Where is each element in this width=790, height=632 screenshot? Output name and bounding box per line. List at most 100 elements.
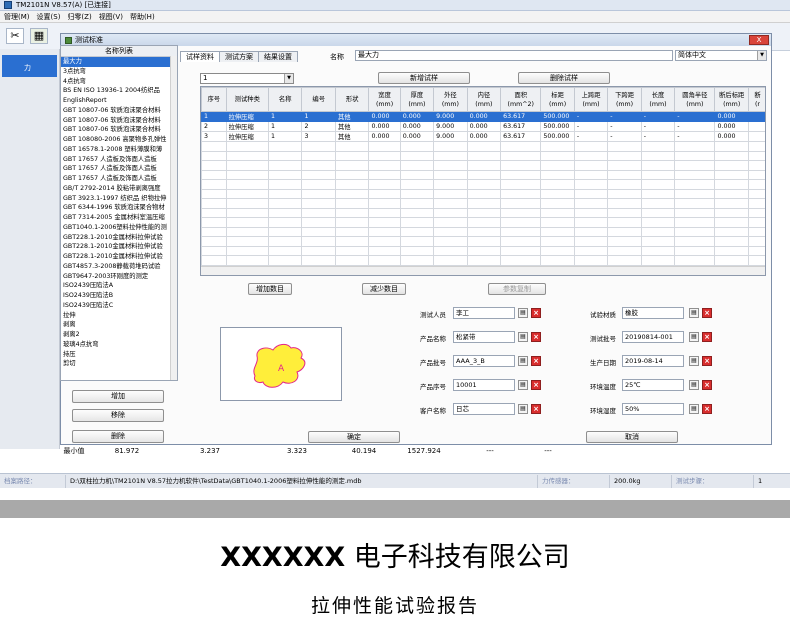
table-cell[interactable] — [466, 198, 502, 209]
table-cell[interactable] — [540, 188, 575, 199]
table-cell[interactable] — [399, 160, 435, 171]
table-cell[interactable] — [267, 245, 303, 256]
table-cell[interactable] — [267, 179, 303, 190]
table-cell[interactable] — [573, 198, 609, 209]
table-cell[interactable]: 其他 — [334, 111, 370, 122]
table-cell[interactable] — [433, 160, 468, 171]
table-cell[interactable] — [573, 245, 609, 256]
standard-item[interactable]: 剥离2 — [61, 330, 177, 340]
table-cell[interactable] — [201, 226, 227, 237]
table-cell[interactable] — [399, 245, 435, 256]
table-cell[interactable] — [466, 179, 502, 190]
table-cell[interactable] — [640, 141, 676, 152]
clear-icon[interactable]: × — [531, 332, 541, 342]
clear-icon[interactable]: × — [531, 404, 541, 414]
table-cell[interactable] — [433, 207, 468, 218]
reduce-count-button[interactable]: 减少数目 — [362, 283, 406, 295]
standard-item[interactable]: ISO2439压陷法A — [61, 281, 177, 291]
table-cell[interactable] — [607, 245, 642, 256]
column-header[interactable]: 内径 (mm) — [466, 87, 502, 112]
column-header[interactable]: 编号 — [301, 87, 336, 112]
table-cell[interactable] — [747, 207, 765, 218]
table-cell[interactable] — [267, 169, 303, 180]
table-cell[interactable] — [573, 179, 609, 190]
table-cell[interactable]: 0.000 — [466, 121, 502, 132]
table-cell[interactable] — [674, 179, 716, 190]
mode-item-force[interactable]: 力 — [2, 55, 57, 77]
column-header[interactable]: 厚度 (mm) — [399, 87, 435, 112]
copy-params-button[interactable]: 参数复制 — [488, 283, 546, 295]
table-cell[interactable] — [640, 188, 676, 199]
table-row[interactable] — [201, 150, 765, 161]
table-row[interactable]: 1 拉伸压缩 1 1 其他 0.000 0.000 9.000 0.000 63.617 500.0… — [201, 111, 765, 122]
standard-item[interactable]: 剪切 — [61, 359, 177, 369]
clear-icon[interactable]: × — [531, 356, 541, 366]
column-header[interactable]: 断后标距 (mm) — [714, 87, 749, 112]
table-cell[interactable]: 63.617 — [500, 111, 542, 122]
field-input[interactable]: 松紧带 — [453, 331, 515, 343]
table-cell[interactable]: 拉伸压缩 — [225, 111, 269, 122]
table-cell[interactable] — [674, 141, 716, 152]
table-cell[interactable] — [466, 245, 502, 256]
table-cell[interactable] — [500, 217, 542, 228]
table-cell[interactable] — [540, 150, 575, 161]
table-cell[interactable] — [466, 141, 502, 152]
table-cell[interactable] — [714, 179, 749, 190]
table-cell[interactable]: - — [607, 131, 642, 142]
table-cell[interactable] — [714, 188, 749, 199]
table-row[interactable] — [201, 217, 765, 228]
clear-icon[interactable]: × — [702, 308, 712, 318]
table-cell[interactable]: 1 — [267, 121, 303, 132]
table-cell[interactable]: 500.000 — [540, 111, 575, 122]
table-cell[interactable] — [334, 217, 370, 228]
menu-zero[interactable]: 归零(Z) — [67, 12, 91, 22]
table-cell[interactable] — [500, 188, 542, 199]
standard-item[interactable]: GBT4857.3-2008静载荷堆码试验 — [61, 262, 177, 272]
table-cell[interactable]: 0.000 — [714, 111, 749, 122]
table-cell[interactable] — [714, 141, 749, 152]
standard-item[interactable]: GBT228.1-2010金属材料拉伸试验 — [61, 252, 177, 262]
table-cell[interactable] — [607, 179, 642, 190]
table-cell[interactable] — [714, 150, 749, 161]
table-cell[interactable] — [301, 207, 336, 218]
table-cell[interactable] — [301, 226, 336, 237]
table-cell[interactable] — [607, 141, 642, 152]
table-cell[interactable]: 0.000 — [399, 111, 435, 122]
table-cell[interactable] — [433, 141, 468, 152]
list-icon[interactable]: ▤ — [689, 404, 699, 414]
table-cell[interactable] — [747, 160, 765, 171]
table-cell[interactable] — [540, 245, 575, 256]
table-cell[interactable] — [607, 217, 642, 228]
table-cell[interactable] — [747, 245, 765, 256]
table-cell[interactable] — [334, 179, 370, 190]
table-cell[interactable] — [500, 245, 542, 256]
table-cell[interactable] — [540, 160, 575, 171]
table-cell[interactable] — [500, 169, 542, 180]
column-header[interactable]: 面积 (mm^2) — [500, 87, 542, 112]
table-cell[interactable] — [368, 160, 401, 171]
table-cell[interactable] — [368, 198, 401, 209]
tool-icon[interactable]: ✂ — [6, 28, 24, 44]
table-cell[interactable] — [640, 236, 676, 247]
add-standard-button[interactable]: 增加 — [72, 390, 164, 403]
table-cell[interactable]: 0.000 — [466, 111, 502, 122]
table-cell[interactable] — [433, 255, 468, 266]
table-cell[interactable]: - — [607, 111, 642, 122]
table-cell[interactable] — [540, 198, 575, 209]
table-cell[interactable] — [225, 198, 269, 209]
table-cell[interactable] — [433, 169, 468, 180]
table-cell[interactable] — [301, 179, 336, 190]
standard-item[interactable]: ISO2439压陷法B — [61, 291, 177, 301]
table-cell[interactable] — [747, 226, 765, 237]
table-cell[interactable] — [301, 160, 336, 171]
table-cell[interactable] — [301, 236, 336, 247]
table-cell[interactable]: - — [640, 131, 676, 142]
table-cell[interactable]: 9.000 — [433, 121, 468, 132]
table-cell[interactable]: 拉伸压缩 — [225, 121, 269, 132]
table-row[interactable] — [201, 236, 765, 247]
table-cell[interactable] — [573, 150, 609, 161]
table-cell[interactable] — [225, 245, 269, 256]
table-cell[interactable] — [267, 226, 303, 237]
table-cell[interactable] — [573, 160, 609, 171]
clear-icon[interactable]: × — [702, 380, 712, 390]
